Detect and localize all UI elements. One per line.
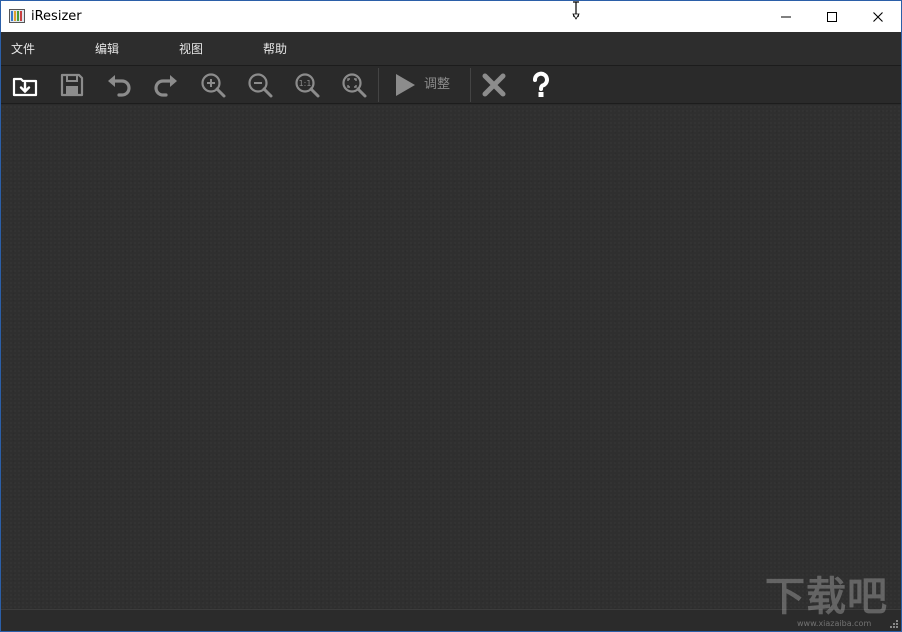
menu-bar: 文件 编辑 视图 帮助 [1,32,901,66]
watermark-logo-text: 下载吧 [765,574,888,620]
zoom-out-icon [248,73,273,98]
app-logo-icon [9,9,25,23]
close-icon [873,11,883,22]
save-icon [60,73,84,97]
toolbar-separator [470,68,471,102]
close-window-button[interactable] [855,1,901,32]
close-x-icon [482,73,506,97]
clear-button[interactable] [477,69,511,101]
menu-file[interactable]: 文件 [11,41,35,57]
maximize-icon [827,11,837,22]
toolbar-separator [378,68,379,102]
open-folder-icon [12,77,38,97]
open-button[interactable] [8,69,42,101]
help-icon [533,71,549,97]
image-canvas[interactable] [1,105,901,609]
zoom-out-button[interactable] [243,69,277,101]
minimize-icon [781,16,791,17]
redo-button[interactable] [149,69,183,101]
zoom-actual-size-button[interactable]: 1:1 [290,69,324,101]
redo-icon [154,75,177,97]
maximize-button[interactable] [809,1,855,32]
zoom-actual-size-icon: 1:1 [295,73,320,98]
window-title: iResizer [31,9,82,24]
zoom-fit-button[interactable] [337,69,371,101]
zoom-ratio-text: 1:1 [299,79,312,88]
undo-button[interactable] [102,69,136,101]
menu-edit[interactable]: 编辑 [95,41,119,57]
watermark-url: www.xiazaiba.com [797,619,872,628]
help-button[interactable] [524,69,558,101]
minimize-button[interactable] [763,1,809,32]
undo-icon [108,75,131,97]
title-bar[interactable]: iResizer [1,1,901,32]
zoom-in-button[interactable] [196,69,230,101]
play-icon [396,74,415,96]
menu-view[interactable]: 视图 [179,41,203,57]
menu-help[interactable]: 帮助 [263,41,287,57]
run-resize-label[interactable]: 调整 [424,77,450,93]
save-button[interactable] [55,69,89,101]
text-cursor-icon [572,1,580,20]
run-resize-button[interactable] [388,69,422,101]
app-window: iResizer 文件 编辑 视图 帮助 1:1 调整 下载吧 www.xiaz… [0,0,902,632]
zoom-fit-icon [342,73,367,98]
watermark: 下载吧 www.xiazaiba.com [761,574,897,628]
zoom-in-icon [201,73,226,98]
toolbar: 1:1 调整 [1,66,901,104]
